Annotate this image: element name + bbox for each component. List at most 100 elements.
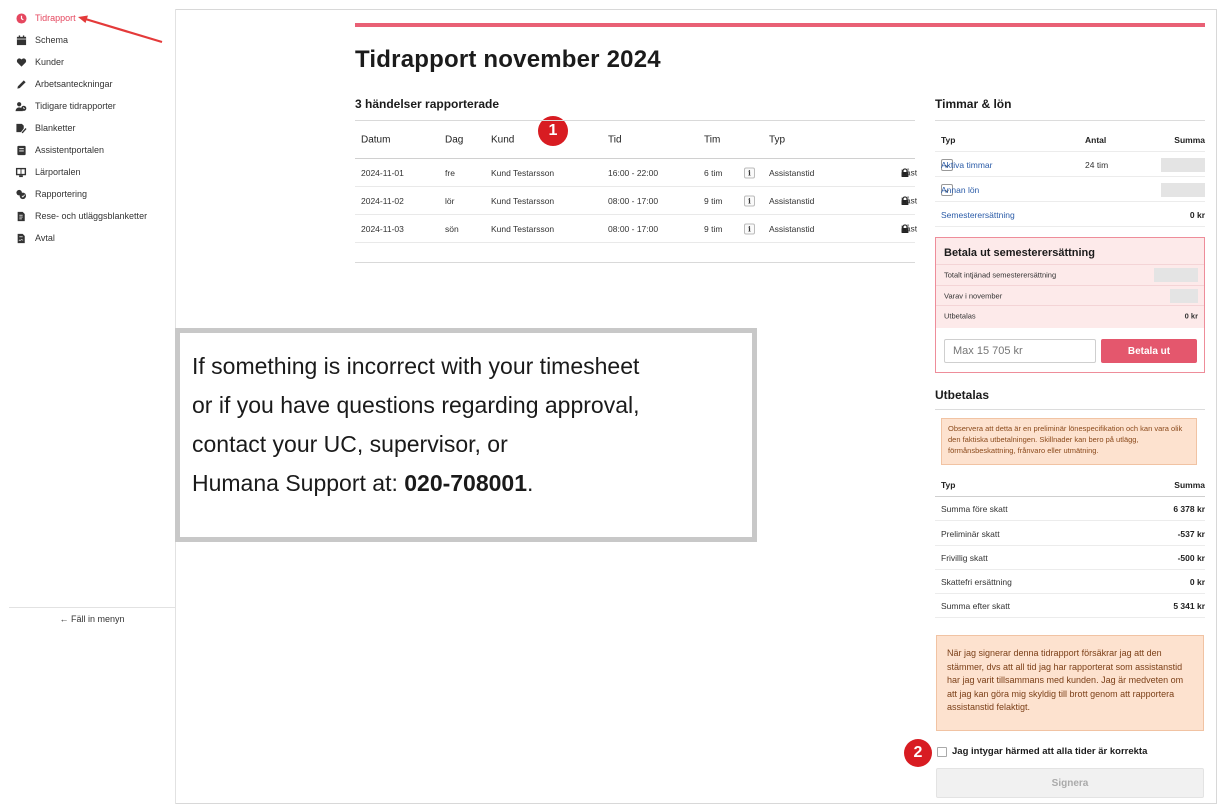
support-phone: 020-708001	[404, 470, 528, 496]
sidebar-item-schema[interactable]: Schema	[15, 31, 68, 49]
hours-row-vacation: Semesterersättning 0 kr	[935, 203, 1205, 227]
col-tim: Tim	[704, 134, 721, 145]
note-line: contact your UC, supervisor, or	[192, 431, 508, 457]
payout-title: Betala ut semesterersättning	[944, 247, 1095, 259]
note-line: Humana Support at: 020-708001.	[192, 470, 534, 496]
contract-icon	[15, 232, 27, 244]
redacted-value	[1161, 182, 1205, 197]
table-row: 2024-11-03 sön Kund Testarsson 08:00 - 1…	[355, 215, 918, 243]
table-row: 2024-11-01 fre Kund Testarsson 16:00 - 2…	[355, 159, 918, 187]
sign-button[interactable]: Signera	[936, 768, 1204, 798]
clock-icon	[15, 12, 27, 24]
sidebar: Tidrapport Schema Kunder Arbetsantecknin…	[9, 9, 176, 804]
certify-checkbox[interactable]	[937, 746, 947, 757]
hours-row-other: ⌄ Annan lön	[935, 178, 1205, 202]
sidebar-item-tidigare-tidrapporter[interactable]: Tidigare tidrapporter	[15, 97, 116, 115]
heart-icon	[15, 56, 27, 68]
sidebar-item-rese-utlagg[interactable]: Rese- och utläggsblanketter	[15, 207, 147, 225]
certify-checkbox-row[interactable]: Jag intygar härmed att alla tider är kor…	[937, 746, 1147, 757]
row-status: Låst	[901, 195, 918, 206]
pen-icon	[15, 78, 27, 90]
row-day: sön	[445, 223, 459, 234]
pay-out-button[interactable]: Betala ut	[1101, 339, 1197, 363]
sidebar-item-assistentportalen[interactable]: Assistentportalen	[15, 141, 104, 159]
hours-row-active: ⌄ Aktiva timmar 24 tim	[935, 153, 1205, 177]
report-icon	[15, 188, 27, 200]
row-typ: Assistanstid	[769, 223, 815, 234]
note-line: If something is incorrect with your time…	[192, 353, 640, 379]
utbetalas-title: Utbetalas	[935, 388, 990, 402]
row-date: 2024-11-01	[361, 167, 404, 178]
utbetalas-row: Summa före skatt 6 378 kr	[935, 497, 1205, 521]
hours-title: Timmar & lön	[935, 97, 1012, 111]
active-hours-link[interactable]: Aktiva timmar	[941, 160, 992, 170]
redacted-value	[1154, 267, 1198, 282]
step-badge-2: 2	[904, 739, 932, 767]
row-day: lör	[445, 195, 455, 206]
redacted-value	[1170, 288, 1198, 303]
sidebar-item-arbetsanteckningar[interactable]: Arbetsanteckningar	[15, 75, 113, 93]
row-status: Låst	[901, 223, 918, 234]
calendar-icon	[15, 34, 27, 46]
col-tid: Tid	[608, 134, 622, 145]
utbetalas-row: Preliminär skatt -537 kr	[935, 522, 1205, 546]
vacation-link[interactable]: Semesterersättning	[941, 210, 1015, 220]
events-title: 3 händelser rapporterade	[355, 97, 500, 111]
row-tim: 9 tim	[704, 195, 723, 206]
redacted-value	[1161, 157, 1205, 172]
payout-row-november: Varav i november	[936, 285, 1204, 305]
utbetalas-row: Summa efter skatt 5 341 kr	[935, 594, 1205, 618]
row-tim: 6 tim	[704, 167, 723, 178]
payout-amount-input[interactable]	[944, 339, 1096, 363]
signing-declaration: När jag signerar denna tidrapport försäk…	[936, 635, 1204, 731]
row-day: fre	[445, 167, 455, 178]
row-tid: 08:00 - 17:00	[608, 195, 659, 206]
info-button[interactable]: i	[744, 167, 755, 178]
payout-row-total: Totalt intjänad semesterersättning	[936, 264, 1204, 284]
payout-row-utbetalas: Utbetalas 0 kr	[936, 305, 1204, 325]
learning-icon	[15, 166, 27, 178]
top-accent-bar	[355, 23, 1205, 27]
collapse-menu-button[interactable]: ← Fäll in menyn	[9, 607, 175, 624]
utbetalas-row: Frivillig skatt -500 kr	[935, 546, 1205, 570]
help-note: If something is incorrect with your time…	[175, 328, 757, 542]
events-table: Datum Dag Kund Tid Tim Typ 2024-11-01 fr…	[355, 120, 918, 243]
row-kund: Kund Testarsson	[491, 223, 555, 234]
sidebar-item-tidrapport[interactable]: Tidrapport	[15, 9, 76, 27]
form-edit-icon	[15, 122, 27, 134]
row-status: Låst	[901, 167, 918, 178]
hours-divider	[935, 120, 1205, 121]
events-divider	[355, 262, 915, 263]
info-button[interactable]: i	[744, 195, 755, 206]
row-tid: 08:00 - 17:00	[608, 223, 659, 234]
info-button[interactable]: i	[744, 223, 755, 234]
utbetalas-row: Skattefri ersättning 0 kr	[935, 570, 1205, 594]
receipt-icon	[15, 210, 27, 222]
table-row: 2024-11-02 lör Kund Testarsson 08:00 - 1…	[355, 187, 918, 215]
page-title: Tidrapport november 2024	[355, 46, 661, 73]
utbetalas-header: Typ Summa	[935, 473, 1205, 497]
hours-header: Typ Antal Summa	[935, 128, 1205, 152]
book-icon	[15, 144, 27, 156]
row-kund: Kund Testarsson	[491, 167, 555, 178]
col-dag: Dag	[445, 134, 464, 145]
note-line: or if you have questions regarding appro…	[192, 392, 640, 418]
row-date: 2024-11-02	[361, 195, 404, 206]
row-tim: 9 tim	[704, 223, 723, 234]
certify-label: Jag intygar härmed att alla tider är kor…	[952, 746, 1148, 757]
table-header: Datum Dag Kund Tid Tim Typ	[355, 121, 915, 159]
col-datum: Datum	[361, 134, 391, 145]
sidebar-item-blanketter[interactable]: Blanketter	[15, 119, 76, 137]
preliminary-warning: Observera att detta är en preliminär lön…	[941, 418, 1197, 465]
row-kund: Kund Testarsson	[491, 195, 555, 206]
col-kund: Kund	[491, 134, 515, 145]
sidebar-item-kunder[interactable]: Kunder	[15, 53, 64, 71]
row-tid: 16:00 - 22:00	[608, 167, 659, 178]
sidebar-item-rapportering[interactable]: Rapportering	[15, 185, 87, 203]
other-pay-link[interactable]: Annan lön	[941, 185, 979, 195]
col-typ: Typ	[769, 134, 786, 145]
sidebar-item-avtal[interactable]: Avtal	[15, 229, 55, 247]
row-date: 2024-11-03	[361, 223, 404, 234]
sidebar-item-larportalen[interactable]: Lärportalen	[15, 163, 81, 181]
row-typ: Assistanstid	[769, 167, 815, 178]
